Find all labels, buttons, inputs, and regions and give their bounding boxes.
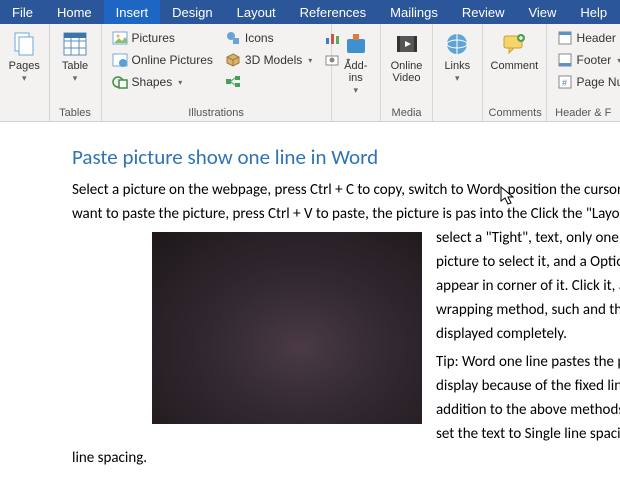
tab-insert[interactable]: Insert: [104, 0, 161, 24]
icons-button[interactable]: Icons: [221, 28, 316, 48]
group-addins: Add- ins ▾: [332, 24, 382, 121]
shapes-icon: [112, 74, 128, 90]
document-canvas[interactable]: Paste picture show one line in Word Sele…: [0, 122, 620, 470]
tab-strip: File Home Insert Design Layout Reference…: [0, 0, 620, 24]
header-icon: [557, 30, 573, 46]
online-video-button[interactable]: Online Video: [387, 28, 426, 86]
chevron-down-icon: ▾: [178, 78, 182, 87]
footer-icon: [557, 52, 573, 68]
group-links: Links ▾: [433, 24, 483, 121]
table-icon: [61, 30, 89, 58]
group-illustrations: Pictures Online Pictures Shapes ▾ Icons: [102, 24, 332, 121]
footer-button[interactable]: Footer▾: [553, 50, 620, 70]
group-pages: Pages ▾: [0, 24, 50, 121]
comment-icon: [500, 30, 528, 58]
page-number-button[interactable]: # Page Nu: [553, 72, 620, 92]
pasted-picture[interactable]: [152, 232, 422, 424]
links-button[interactable]: Links ▾: [439, 28, 476, 86]
tab-mailings[interactable]: Mailings: [378, 0, 450, 24]
pages-icon: [10, 30, 38, 58]
group-label-media: Media: [387, 105, 426, 119]
shapes-button[interactable]: Shapes ▾: [108, 72, 217, 92]
tab-view[interactable]: View: [516, 0, 568, 24]
tab-help[interactable]: Help: [568, 0, 619, 24]
pictures-icon: [112, 30, 128, 46]
pages-button[interactable]: Pages ▾: [6, 28, 43, 86]
svg-text:#: #: [562, 78, 567, 88]
smartart-icon: [225, 74, 241, 90]
page-number-icon: #: [557, 74, 573, 90]
tab-file[interactable]: File: [0, 0, 45, 24]
online-video-icon: [393, 30, 421, 58]
smartart-button[interactable]: [221, 72, 316, 92]
group-label-illustrations: Illustrations: [108, 105, 325, 119]
tab-design[interactable]: Design: [160, 0, 224, 24]
chevron-down-icon: ▾: [455, 73, 460, 84]
addins-button[interactable]: Add- ins ▾: [338, 28, 375, 98]
chevron-down-icon: ▾: [22, 73, 27, 84]
pictures-button[interactable]: Pictures: [108, 28, 217, 48]
comment-button[interactable]: Comment: [489, 28, 541, 74]
group-tables: Table ▾ Tables: [50, 24, 102, 121]
group-header-footer: Header▾ Footer▾ # Page Nu Header & F: [547, 24, 620, 121]
tab-layout[interactable]: Layout: [225, 0, 288, 24]
icons-icon: [225, 30, 241, 46]
ribbon: Pages ▾ Table ▾ Tables Pictures: [0, 24, 620, 122]
chevron-down-icon: ▾: [308, 56, 312, 65]
header-button[interactable]: Header▾: [553, 28, 620, 48]
3d-models-icon: [225, 52, 241, 68]
3d-models-button[interactable]: 3D Models ▾: [221, 50, 316, 70]
table-button[interactable]: Table ▾: [56, 28, 95, 86]
chevron-down-icon: ▾: [354, 85, 359, 96]
tab-references[interactable]: References: [288, 0, 378, 24]
group-label-headerfooter: Header & F: [553, 105, 614, 119]
doc-heading: Paste picture show one line in Word: [72, 144, 620, 170]
links-icon: [443, 30, 471, 58]
tab-home[interactable]: Home: [45, 0, 104, 24]
chevron-down-icon: ▾: [73, 73, 78, 84]
group-media: Online Video Media: [381, 24, 433, 121]
online-pictures-icon: [112, 52, 128, 68]
online-pictures-button[interactable]: Online Pictures: [108, 50, 217, 70]
group-comments: Comment Comments: [483, 24, 547, 121]
group-label-comments: Comments: [489, 105, 540, 119]
addins-icon: [342, 30, 370, 58]
doc-body: Select a picture on the webpage, press C…: [72, 178, 620, 346]
group-label-tables: Tables: [56, 105, 95, 119]
tab-review[interactable]: Review: [450, 0, 517, 24]
